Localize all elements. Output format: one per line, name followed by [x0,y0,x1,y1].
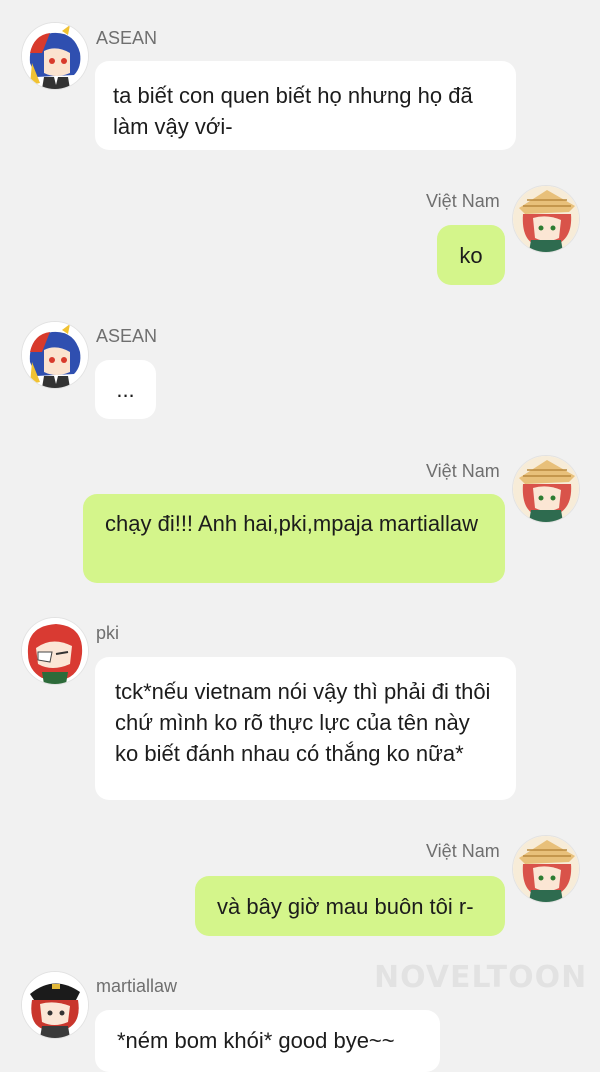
message-bubble[interactable]: và bây giờ mau buôn tôi r- [195,876,505,936]
chat-thread: ASEAN ta biết con quen biết họ nhưng họ … [0,0,600,1072]
asean-avatar[interactable] [22,322,88,388]
sender-name: Việt Nam [426,461,500,481]
sender-name: Việt Nam [426,841,500,861]
message-bubble[interactable]: ko [437,225,505,285]
message-bubble[interactable]: chạy đi!!! Anh hai,pki,mpaja martiallaw [83,494,505,583]
message-bubble[interactable]: tck*nếu vietnam nói vậy thì phải đi thôi… [95,657,516,800]
message-bubble[interactable]: ta biết con quen biết họ nhưng họ đã làm… [95,61,516,150]
vietnam-avatar[interactable] [513,836,579,902]
message-bubble[interactable]: ... [95,360,156,419]
asean-avatar[interactable] [22,23,88,89]
vietnam-avatar[interactable] [513,456,579,522]
sender-name: Việt Nam [426,191,500,211]
sender-name: ASEAN [96,28,158,48]
message-bubble[interactable]: *ném bom khói* good bye~~ [95,1010,440,1072]
noveltoon-watermark: NOVELTOON [374,960,588,995]
sender-name: martiallaw [96,976,178,996]
sender-name: pki [96,623,120,643]
martiallaw-avatar[interactable] [22,972,88,1038]
pki-avatar[interactable] [22,618,88,684]
sender-name: ASEAN [96,326,158,346]
vietnam-avatar[interactable] [513,186,579,252]
